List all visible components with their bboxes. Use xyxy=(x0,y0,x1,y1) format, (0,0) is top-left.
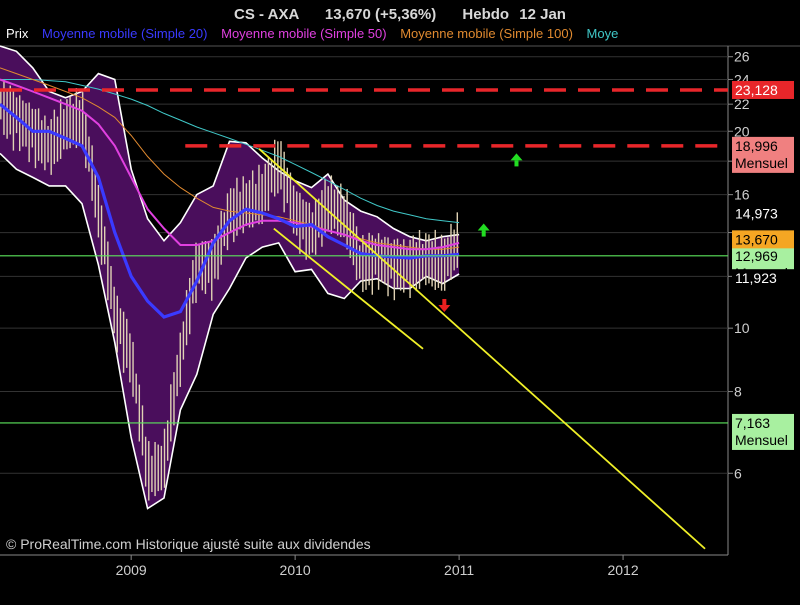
price-label-18-996: 18,996Mensuel xyxy=(732,136,794,173)
title-price: 13,670 (+5,36%) xyxy=(325,6,436,23)
price-label-sub: Mensuel xyxy=(735,155,788,171)
legend: Prix Moyenne mobile (Simple 20) Moyenne … xyxy=(6,26,618,41)
x-tick-label: 2011 xyxy=(444,562,474,578)
x-tick-label: 2010 xyxy=(280,562,311,578)
price-label-13-670: 13,670 xyxy=(732,230,794,249)
chart-canvas: CS - AXA 13,670 (+5,36%) Hebdo 12 Jan Pr… xyxy=(0,0,800,600)
copyright-footer: © ProRealTime.com Historique ajusté suit… xyxy=(6,536,371,552)
y-tick-label: 8 xyxy=(734,384,742,400)
price-label-value: 14,973 xyxy=(735,205,778,221)
y-tick-label: 26 xyxy=(734,49,750,65)
arrow-up-shaft xyxy=(481,230,486,237)
legend-ma200: Moye xyxy=(587,26,619,41)
arrow-up-shaft xyxy=(514,160,519,167)
price-label-11-923: 11,923 xyxy=(732,269,794,288)
price-label-value: 7,163 xyxy=(735,415,770,431)
arrow-down-shaft xyxy=(442,298,447,305)
price-label-value: 11,923 xyxy=(735,270,777,286)
price-label-14-973: 14,973 xyxy=(732,204,794,223)
price-label-sub: Mensuel xyxy=(735,432,788,448)
legend-row: Prix Moyenne mobile (Simple 20) Moyenne … xyxy=(6,26,618,41)
price-label-value: 13,670 xyxy=(735,231,778,247)
stock-chart: CS - AXA 13,670 (+5,36%) Hebdo 12 Jan Pr… xyxy=(0,0,800,600)
price-label-value: 18,996 xyxy=(735,138,778,154)
price-label-7-163: 7,163Mensuel xyxy=(732,413,794,450)
price-label-value: 23,128 xyxy=(735,82,778,98)
y-tick-label: 20 xyxy=(734,123,750,139)
title-name: CS - AXA xyxy=(234,6,299,23)
legend-ma100: Moyenne mobile (Simple 100) xyxy=(400,26,573,41)
legend-ma20: Moyenne mobile (Simple 20) xyxy=(42,26,207,41)
x-tick-label: 2012 xyxy=(607,562,638,578)
x-tick-label: 2009 xyxy=(116,562,147,578)
y-tick-label: 6 xyxy=(734,465,742,481)
y-tick-label: 10 xyxy=(734,320,750,336)
y-tick-label: 16 xyxy=(734,187,750,203)
legend-prix: Prix xyxy=(6,26,29,41)
price-label-value: 12,969 xyxy=(735,248,778,264)
title-date: 12 Jan xyxy=(519,6,566,23)
legend-ma50: Moyenne mobile (Simple 50) xyxy=(221,26,386,41)
price-label-23-128: 23,128 xyxy=(732,80,794,99)
title-period: Hebdo xyxy=(462,6,509,23)
